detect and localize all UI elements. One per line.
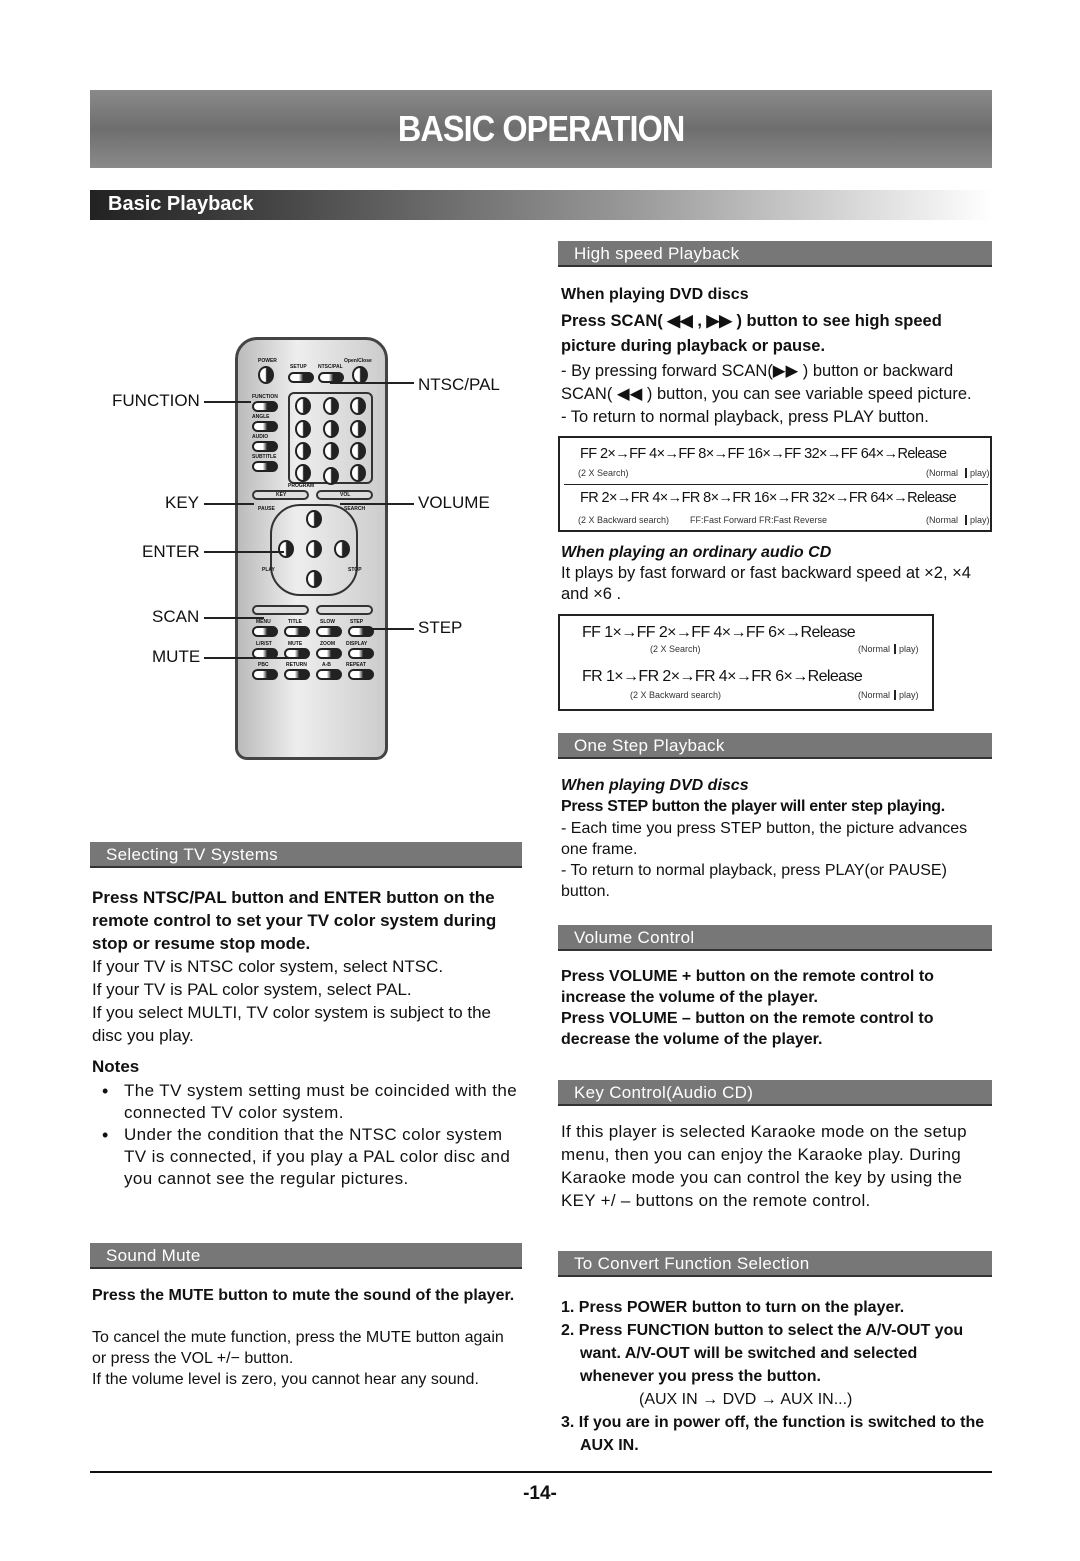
remote-label: Open/Close [344,358,372,364]
callout-scan: SCAN [152,607,200,626]
step-details: - Each time you press STEP button, the p… [561,820,968,900]
section-header-volume: Volume Control [558,925,992,951]
remote-label: SUBTITLE [252,454,277,460]
dvd-speed-diagram: FF 2×→FF 4×→FF 8×→FF 16×→FF 32×→FF 64×→R… [558,436,992,532]
remote-button [252,461,278,472]
section-header-one-step: One Step Playback [558,733,992,759]
remote-label: POWER [258,358,277,364]
remote-label: VOL [340,492,351,498]
step-instructions: Press STEP button the player will enter … [561,798,945,815]
step-title: When playing DVD discs [561,777,749,794]
remote-label: NTSC/PAL [318,364,343,370]
remote-button [252,441,278,452]
remote-button [252,401,278,412]
remote-label: ANGLE [252,414,270,420]
section-header-tv-systems: Selecting TV Systems [90,842,522,868]
remote-control-illustration: POWER SETUP NTSC/PAL Open/Close FUNCTION… [235,337,388,760]
tv-instructions: Press NTSC/PAL button and ENTER button o… [92,888,497,953]
notes-title: Notes [92,1057,140,1076]
section-header-convert-function: To Convert Function Selection [558,1251,992,1277]
mute-instructions: Press the MUTE button to mute the sound … [92,1287,515,1304]
remote-label: KEY [276,492,287,498]
volume-down-text: Press VOLUME – button on the remote cont… [561,1010,934,1048]
page-title: BASIC OPERATION [397,108,685,149]
callout-key: KEY [165,493,200,512]
callout-mute: MUTE [152,647,201,666]
remote-label: PLAY [262,567,275,573]
section-header-sound-mute: Sound Mute [90,1243,522,1269]
section-title: Basic Playback [90,190,992,220]
remote-label: PROGRAM [288,483,315,489]
key-control-text: If this player is selected Karaoke mode … [561,1122,967,1210]
section-header-high-speed: High speed Playback [558,241,992,267]
note-item: Under the condition that the NTSC color … [92,1124,522,1190]
callout-function: FUNCTION [112,391,200,410]
callout-enter: ENTER [142,542,200,561]
callout-volume: VOLUME [418,493,490,512]
mute-details: To cancel the mute function, press the M… [92,1329,504,1388]
cd-speed-diagram: FF 1×→FF 2×→FF 4×→FF 6×→Release (2 X Sea… [558,614,934,711]
remote-label: SETUP [290,364,307,370]
cd-text: It plays by fast forward or fast backwar… [561,564,971,603]
remote-button [288,372,314,383]
footer-rule [90,1471,992,1473]
callout-ntsc-pal: NTSC/PAL [418,375,500,394]
dvd-title: When playing DVD discs [561,286,749,303]
remote-button [252,421,278,432]
page-number: -14- [523,1483,557,1504]
skip-button [316,605,373,615]
power-button-icon [258,366,274,384]
note-item: The TV system setting must be coincided … [92,1080,522,1124]
convert-steps: 1. Press POWER button to turn on the pla… [561,1299,985,1454]
title-banner: BASIC OPERATION [90,90,992,168]
remote-label: AUDIO [252,434,269,440]
section-header-key-control: Key Control(Audio CD) [558,1080,992,1106]
remote-label: PAUSE [258,506,275,512]
notes-list: The TV system setting must be coincided … [92,1080,522,1190]
tv-details: If your TV is NTSC color system, select … [92,957,492,1045]
scan-button [252,605,309,615]
volume-up-text: Press VOLUME + button on the remote cont… [561,968,934,1006]
callout-step: STEP [418,618,463,637]
scan-instructions: Press SCAN( ◀◀ , ▶▶ ) button to see high… [561,312,942,355]
remote-label: FUNCTION [252,394,278,400]
cd-title: When playing an ordinary audio CD [561,544,832,561]
scan-details: - By pressing forward SCAN(▶▶ ) button o… [561,362,972,426]
remote-label: STOP [348,567,362,573]
